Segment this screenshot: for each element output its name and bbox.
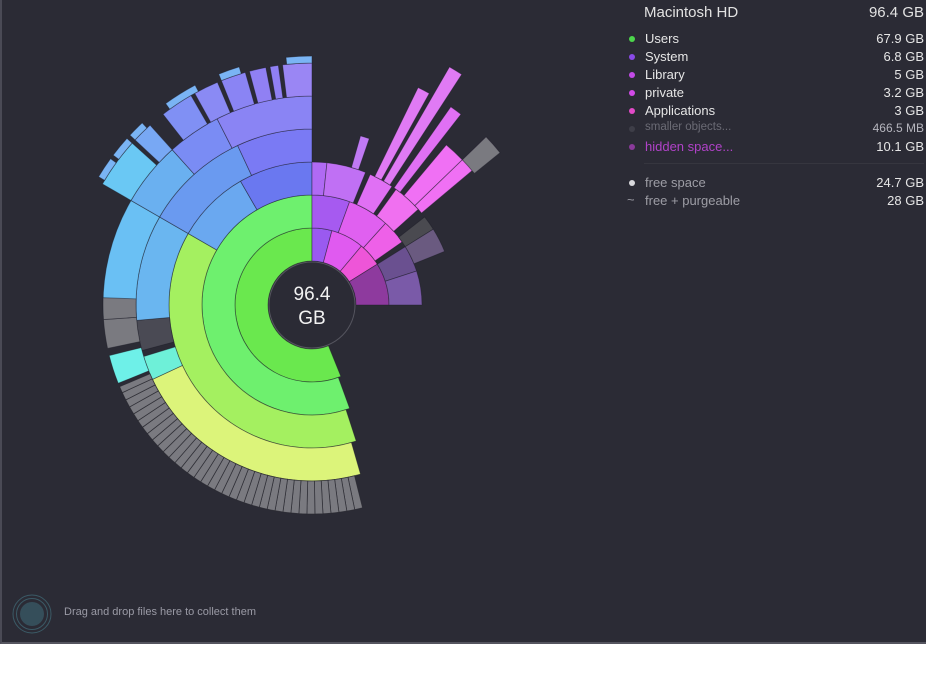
sunburst-segment-shard[interactable] — [282, 62, 313, 99]
sunburst-spike[interactable] — [350, 135, 370, 171]
legend-label: free space — [645, 175, 706, 190]
sunburst-segment-shard[interactable] — [269, 64, 284, 100]
legend-bullet-icon — [629, 126, 635, 132]
app-window: 96.4 GB Macintosh HD 96.4 GB Users 67.9 G… — [0, 0, 926, 644]
legend-item-free-space[interactable]: free space 24.7 GB — [624, 175, 924, 193]
legend-size: 67.9 GB — [876, 31, 924, 46]
legend-bullet-icon — [629, 108, 635, 114]
legend-label: Users — [645, 31, 679, 46]
sunburst-segment-files[interactable] — [314, 480, 324, 515]
legend-bullet-icon — [629, 54, 635, 60]
legend-label: private — [645, 85, 685, 100]
legend-size: 28 GB — [887, 193, 924, 208]
drop-zone-text: Drag and drop files here to collect them — [64, 606, 256, 618]
legend-size: 466.5 MB — [872, 121, 924, 135]
center-total-unit: GB — [298, 308, 326, 329]
legend-item-applications[interactable]: Applications 3 GB — [624, 103, 924, 121]
legend-item-private[interactable]: private 3.2 GB — [624, 85, 924, 103]
legend-label: smaller objects... — [645, 121, 732, 133]
legend-item-hidden-space[interactable]: hidden space... 10.1 GB — [624, 139, 924, 157]
legend-label: free + purgeable — [645, 193, 741, 208]
legend-label: hidden space... — [645, 139, 734, 154]
legend-item-users[interactable]: Users 67.9 GB — [624, 31, 924, 49]
legend-label: System — [645, 49, 689, 64]
disk-size: 96.4 GB — [868, 4, 924, 21]
legend-label: Library — [645, 67, 685, 82]
center-total-value: 96.4 — [293, 284, 331, 305]
sunburst-segment-users-l4c[interactable] — [136, 317, 175, 352]
legend-bullet-icon — [629, 180, 635, 186]
legend-size: 3.2 GB — [883, 85, 924, 100]
legend-item-library[interactable]: Library 5 GB — [624, 67, 924, 85]
sunburst-segment-sliver[interactable] — [285, 55, 313, 65]
legend-size: 24.7 GB — [876, 175, 924, 190]
legend-item-smaller-objects[interactable]: smaller objects... 466.5 MB — [624, 121, 924, 139]
legend-separator — [644, 163, 924, 164]
legend-header: Macintosh HD 96.4 GB — [644, 4, 924, 24]
sunburst-segment-files[interactable] — [306, 480, 316, 515]
legend-size: 5 GB — [894, 67, 924, 82]
sunburst-segment-gray-b[interactable] — [102, 297, 137, 321]
legend-size: 6.8 GB — [883, 49, 924, 64]
drop-zone[interactable]: Drag and drop files here to collect them — [6, 592, 306, 636]
legend-size: 10.1 GB — [876, 139, 924, 154]
center-total[interactable]: 96.4 GB — [268, 283, 356, 331]
disk-name: Macintosh HD — [644, 4, 739, 21]
legend-item-free-purgeable[interactable]: ~ free + purgeable 28 GB — [624, 192, 924, 211]
tilde-icon: ~ — [627, 192, 635, 207]
legend-bullet-icon — [629, 36, 635, 42]
legend-bullet-icon — [629, 90, 635, 96]
legend-bullet-icon — [629, 144, 635, 150]
legend-bullet-icon — [629, 72, 635, 78]
drop-target-icon — [12, 594, 52, 634]
sunburst-segment-gray[interactable] — [103, 316, 141, 349]
legend-label: Applications — [645, 103, 716, 118]
legend-size: 3 GB — [894, 103, 924, 118]
legend-item-system[interactable]: System 6.8 GB — [624, 49, 924, 67]
